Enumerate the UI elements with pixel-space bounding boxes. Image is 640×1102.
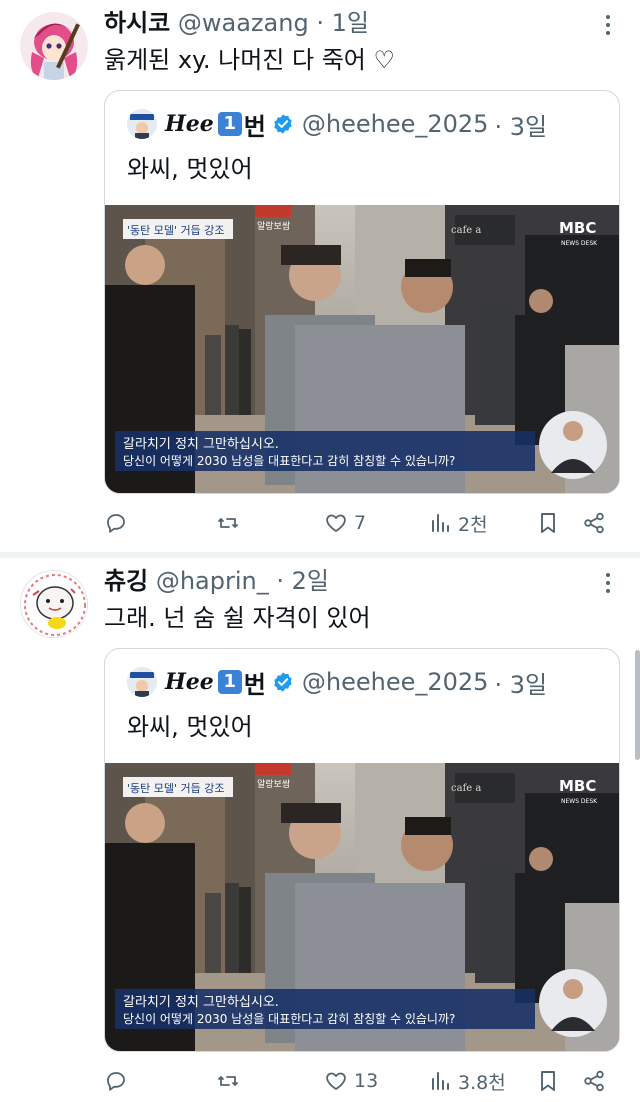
- views-count: 3.8천: [458, 1071, 506, 1094]
- quoted-tweet[interactable]: Hee 1 번 @heehee_2025 · 3일 와씨, 멋있어 '동탄 모델…: [104, 90, 620, 494]
- avatar: [127, 667, 157, 697]
- video-subtitle-line-2: 당신이 어떻게 2030 남성을 대표한다고 감히 참칭할 수 있습니까?: [123, 454, 455, 468]
- svg-text:NEWS DESK: NEWS DESK: [561, 240, 598, 247]
- views-count: 2천: [458, 513, 488, 536]
- video-subtitle-line-1: 갈라치기 정치 그만하십시오.: [123, 995, 279, 1010]
- quoted-timestamp: · 3일: [494, 670, 548, 699]
- user-handle[interactable]: @haprin_: [156, 567, 269, 595]
- user-handle[interactable]: @waazang: [178, 9, 309, 37]
- share-button[interactable]: [582, 1066, 606, 1096]
- quoted-timestamp: · 3일: [494, 112, 548, 141]
- views-icon: [432, 514, 449, 532]
- caption-tag: '동탄 모델' 거듭 강조: [127, 782, 225, 795]
- quoted-tweet[interactable]: Hee 1 번 @heehee_2025 · 3일 와씨, 멋있어 '동탄 모델…: [104, 648, 620, 1052]
- heart-icon: [326, 514, 346, 532]
- quoted-user-handle[interactable]: @heehee_2025: [302, 110, 489, 138]
- timestamp[interactable]: · 2일: [276, 567, 329, 595]
- retweet-button[interactable]: [216, 1066, 246, 1096]
- share-icon: [584, 1070, 604, 1092]
- reply-icon: [107, 514, 125, 533]
- more-icon[interactable]: [598, 12, 618, 38]
- share-button[interactable]: [582, 508, 606, 538]
- tweet-actions: 13 3.8천: [104, 1066, 620, 1096]
- retweet-button[interactable]: [216, 508, 246, 538]
- quoted-tweet-text: 와씨, 멋있어: [127, 713, 253, 741]
- like-button[interactable]: 7: [324, 508, 366, 538]
- views-button[interactable]: 2천: [428, 508, 488, 538]
- quoted-display-name-suffix: 번: [243, 112, 266, 141]
- display-name[interactable]: 하시코: [104, 9, 170, 37]
- tweet-header: 하시코 @waazang · 1일: [104, 8, 369, 38]
- bookmark-button[interactable]: [536, 1066, 560, 1096]
- display-name[interactable]: 츄깅: [104, 567, 148, 595]
- tweet-header: 츄깅 @haprin_ · 2일: [104, 566, 329, 596]
- reply-icon: [107, 1072, 125, 1091]
- quoted-display-name-suffix: 번: [243, 670, 266, 699]
- reply-button[interactable]: [104, 508, 134, 538]
- verified-badge-icon: [274, 672, 292, 692]
- avatar[interactable]: [20, 12, 88, 80]
- avatar: [127, 109, 157, 139]
- bookmark-icon: [541, 513, 555, 533]
- caption-tag: '동탄 모델' 거듭 강조: [127, 224, 225, 237]
- tweet-text: 욹게된 xy. 나머진 다 죽어 ♡: [104, 46, 395, 74]
- retweet-icon: [218, 518, 238, 528]
- retweet-icon: [218, 1076, 238, 1086]
- tweet-text: 그래. 넌 숨 쉴 자격이 있어: [104, 604, 371, 632]
- tweet[interactable]: 츄깅 @haprin_ · 2일 그래. 넌 숨 쉴 자격이 있어 Hee 1 …: [0, 558, 640, 1102]
- quoted-user-handle[interactable]: @heehee_2025: [302, 668, 489, 696]
- quoted-tweet-header: Hee 1 번 @heehee_2025 · 3일: [127, 107, 547, 141]
- svg-text:cafe a: cafe a: [451, 783, 481, 794]
- quoted-name-number-badge: 1: [217, 112, 242, 136]
- verified-badge-icon: [274, 114, 292, 134]
- svg-text:cafe a: cafe a: [451, 225, 481, 236]
- quoted-tweet-header: Hee 1 번 @heehee_2025 · 3일: [127, 665, 547, 699]
- svg-text:알랑보쌈: 알랑보쌈: [257, 778, 290, 790]
- like-count: 13: [354, 1070, 379, 1092]
- share-icon: [584, 512, 604, 534]
- svg-text:NEWS DESK: NEWS DESK: [561, 798, 598, 805]
- reply-button[interactable]: [104, 1066, 134, 1096]
- news-video-thumbnail[interactable]: '동탄 모델' 거듭 강조 알랑보쌈 cafe a MBC NEWS DESK …: [105, 205, 619, 493]
- mbc-logo: MBC: [559, 777, 596, 795]
- bookmark-icon: [541, 1071, 555, 1091]
- quoted-name-number-badge: 1: [217, 670, 242, 694]
- quoted-display-name[interactable]: Hee: [165, 669, 214, 695]
- news-video-thumbnail[interactable]: '동탄 모델' 거듭 강조 알랑보쌈 cafe a MBC NEWS DESK …: [105, 763, 619, 1051]
- quoted-tweet-text: 와씨, 멋있어: [127, 155, 253, 183]
- video-subtitle-line-2: 당신이 어떻게 2030 남성을 대표한다고 감히 참칭할 수 있습니까?: [123, 1012, 455, 1026]
- scrollbar[interactable]: [635, 650, 640, 760]
- like-count: 7: [354, 512, 367, 534]
- views-button[interactable]: 3.8천: [428, 1066, 506, 1096]
- timestamp[interactable]: · 1일: [316, 9, 369, 37]
- svg-text:알랑보쌈: 알랑보쌈: [257, 220, 290, 232]
- bookmark-button[interactable]: [536, 508, 560, 538]
- like-button[interactable]: 13: [324, 1066, 378, 1096]
- more-icon[interactable]: [598, 570, 618, 596]
- views-icon: [432, 1072, 449, 1090]
- quoted-display-name[interactable]: Hee: [165, 111, 214, 137]
- tweet-actions: 7 2천: [104, 508, 620, 538]
- heart-icon: [326, 1072, 346, 1090]
- tweet[interactable]: 하시코 @waazang · 1일 욹게된 xy. 나머진 다 죽어 ♡ Hee…: [0, 0, 640, 552]
- mbc-logo: MBC: [559, 219, 596, 237]
- video-subtitle-line-1: 갈라치기 정치 그만하십시오.: [123, 437, 279, 452]
- avatar[interactable]: [20, 570, 88, 638]
